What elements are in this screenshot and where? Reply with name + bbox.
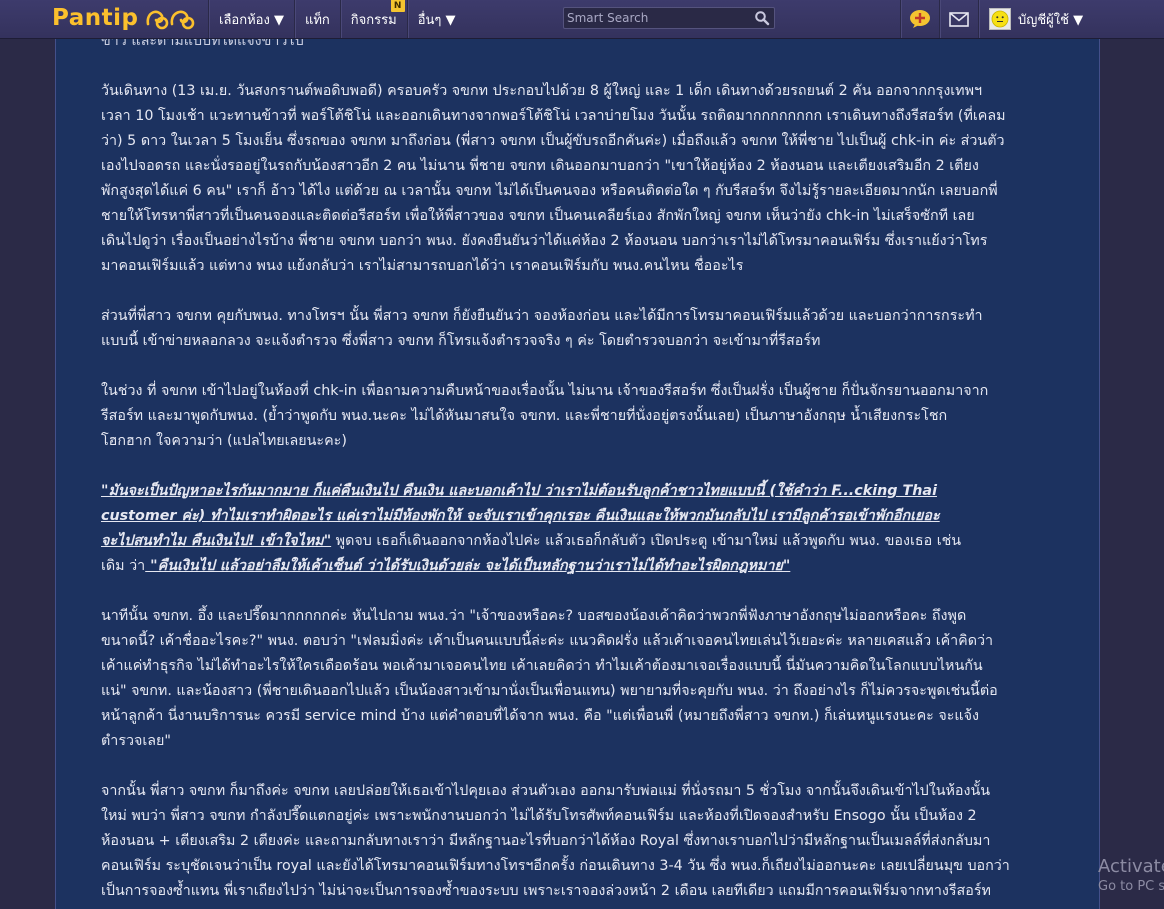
account-label: บัญชีผู้ใช้ ▼	[1018, 12, 1084, 28]
story-line: ตำรวจเลย"	[101, 733, 171, 749]
story-line: "มันจะเป็นปัญหาอะไรกันมากมาย ก็แค่คืนเงิ…	[101, 479, 1061, 504]
story-line: ในช่วง ที่ จขกท เข้าไปอยู่ในห้องที่ chk-…	[101, 383, 989, 399]
new-badge: N	[390, 0, 405, 12]
search-input[interactable]	[564, 8, 747, 28]
owner-quote: "มันจะเป็นปัญหาอะไรกันมากมาย ก็แค่คืนเงิ…	[101, 483, 937, 499]
story-line: ห้องนอน + เตียงเสริม 2 เตียงค่ะ และถามกล…	[101, 833, 991, 849]
nav-select-room-label: เลือกห้อง ▼	[219, 12, 284, 28]
add-topic-icon	[910, 10, 930, 28]
story-line: วันเดินทาง (13 เม.ย. วันสงกรานต์พอดิบพอด…	[101, 83, 983, 99]
story-line: เป็นการจองซ้ำแทน พี่เราเถียงไปว่า ไม่น่า…	[101, 883, 991, 899]
story-line: คอนเฟิร์ม ระบุชัดเจนว่าเป็น royal และยัง…	[101, 858, 1010, 874]
nav-more-label: อื่นๆ ▼	[417, 12, 456, 28]
story-line: ชายให้โทรหาพี่สาวที่เป็นคนจองและติดต่อรี…	[101, 208, 975, 224]
search-box	[563, 7, 775, 29]
watermark-line-2: Go to PC s	[1098, 879, 1164, 894]
story-line: แบบนี้ เข้าข่ายหลอกลวง จะแจ้งตำรวจ ซึ่งพ…	[101, 333, 821, 349]
top-navbar: Pantip เลือกห้อง ▼ แท็ก กิจกรรม N อื่นๆ …	[0, 0, 1164, 39]
story-line: ส่วนที่พี่สาว จขกท คุยกับพนง. ทางโทรฯ นั…	[101, 308, 983, 324]
story-line: โฮกฮาก ใจความว่า (แปลไทยเลยนะคะ)	[101, 433, 347, 449]
story-line: เองไปจอดรถ และนั่งรออยู่ในรถกับน้องสาวอี…	[101, 158, 979, 174]
story-line: มาคอนเฟิร์มแล้ว แต่ทาง พนง แย้งกลับว่า เ…	[101, 258, 744, 274]
logo-mark-icon	[147, 10, 195, 30]
story-line: ใหม่ พบว่า พี่สาว จขกท กำลังปรี๊ดแตกอยู่…	[101, 808, 977, 824]
story-text: พูดจบ เธอก็เดินออกจากห้องไปค่ะ แล้วเธอก็…	[331, 533, 962, 549]
story-body: ข่าว และตามแบบที่ได้แจ้งข่าวไป วันเดินทา…	[101, 29, 1061, 904]
watermark-line-1: Activate	[1098, 856, 1164, 877]
story-line: เวลา 10 โมงเช้า แวะทานข้าวที่ พอร์โต้ชิโ…	[101, 108, 1006, 124]
owner-quote: "คืนเงินไป แล้วอย่าลืมให้เค้าเซ็นต์ ว่าไ…	[145, 558, 791, 574]
nav-right: บัญชีผู้ใช้ ▼	[900, 0, 1095, 38]
avatar	[989, 8, 1011, 30]
windows-activation-watermark: Activate Go to PC s	[1098, 856, 1164, 896]
mail-icon	[949, 11, 969, 27]
nav-more[interactable]: อื่นๆ ▼	[406, 0, 466, 38]
owner-quote: customer ค่ะ) ทำไมเราทำผิดอะไร แค่เราไม่…	[101, 508, 940, 524]
story-line: เดิม ว่า "คืนเงินไป แล้วอย่าลืมให้เค้าเซ…	[101, 554, 1061, 579]
new-topic-button[interactable]	[900, 0, 939, 38]
story-line: นาทีนั้น จขกท. อึ้ง และปรี๊ดมากกกกกค่ะ ห…	[101, 608, 967, 624]
story-line: หน้าลูกค้า นี่งานบริการนะ ควรมี service …	[101, 708, 980, 724]
story-line: customer ค่ะ) ทำไมเราทำผิดอะไร แค่เราไม่…	[101, 504, 1061, 529]
story-text: เดิม ว่า	[101, 558, 146, 574]
story-line: รีสอร์ท และมาพูดกับพนง. (ย้ำว่าพูดกับ พน…	[101, 408, 948, 424]
story-line: ขนาดนี้? เค้าชื่ออะไรคะ?" พนง. ตอบว่า "เ…	[101, 633, 994, 649]
nav-menu: เลือกห้อง ▼ แท็ก กิจกรรม N อื่นๆ ▼	[208, 0, 466, 38]
owner-quote: จะไปสนทำไม คืนเงินไป! เข้าใจไหม"	[101, 533, 332, 549]
pantip-logo[interactable]: Pantip	[52, 3, 200, 33]
story-line: จากนั้น พี่สาว จขกท ก็มาถึงค่ะ จขกท เลยป…	[101, 783, 991, 799]
avatar-icon	[991, 10, 1009, 28]
story-line: เดินไปดูว่า เรื่องเป็นอย่างไรบ้าง พี่ชาย…	[101, 233, 988, 249]
messages-button[interactable]	[939, 0, 978, 38]
story-line: เค้าแค่ทำธุรกิจ ไม่ได้ทำอะไรให้ใครเดือดร…	[101, 658, 983, 674]
logo-text: Pantip	[52, 5, 139, 31]
nav-activities-label: กิจกรรม	[350, 12, 397, 28]
nav-tags[interactable]: แท็ก	[293, 0, 340, 38]
story-line: พักสูงสุดได้แค่ 6 คน" เราก็ อ้าว ได้ไง แ…	[101, 183, 998, 199]
nav-activities[interactable]: กิจกรรม N	[339, 0, 407, 38]
account-menu[interactable]: บัญชีผู้ใช้ ▼	[978, 0, 1095, 38]
story-line: แน่" จขกท. และน้องสาว (พี่ชายเดินออกไปแล…	[101, 683, 998, 699]
search-icon[interactable]	[754, 10, 770, 26]
nav-select-room[interactable]: เลือกห้อง ▼	[208, 0, 294, 38]
story-line: ว่า) 5 ดาว ในเวลา 5 โมงเย็น ซึ่งรถของ จข…	[101, 133, 1005, 149]
story-line: จะไปสนทำไม คืนเงินไป! เข้าใจไหม" พูดจบ เ…	[101, 529, 1061, 554]
nav-tags-label: แท็ก	[304, 12, 330, 28]
